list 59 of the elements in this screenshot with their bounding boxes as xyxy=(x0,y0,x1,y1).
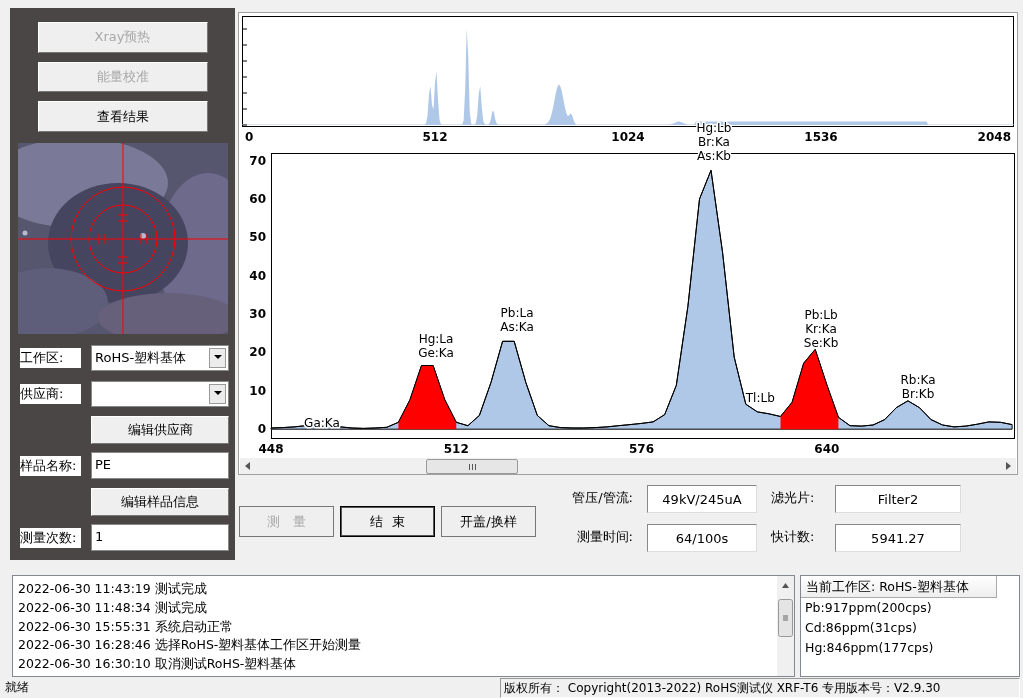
axis-tick-label: 512 xyxy=(422,130,448,144)
peak-label: Br:Ka xyxy=(697,134,730,149)
column-header[interactable]: 当前工作区: RoHS-塑料基体 xyxy=(801,576,997,598)
axis-tick-label: 40 xyxy=(249,268,266,283)
peak-label: Se:Kb xyxy=(803,336,839,351)
axis-tick-label: 576 xyxy=(629,442,655,456)
input-field[interactable]: PE xyxy=(91,452,229,479)
log-entry: 2022-06-30 11:48:34 测试完成 xyxy=(18,598,208,617)
control-button[interactable]: 结 束 xyxy=(340,506,435,537)
readout-value: Filter2 xyxy=(835,485,961,513)
axis-tick-label: 20 xyxy=(249,345,266,360)
readout-label: 滤光片: xyxy=(771,489,816,507)
axis-tick-label: 448 xyxy=(258,442,284,456)
readout-value: 49kV/245uA xyxy=(647,485,757,513)
readout-label: 测量时间: xyxy=(575,528,633,546)
axis-tick-label: 70 xyxy=(249,153,266,168)
peak-label: Ge:Ka xyxy=(418,346,454,361)
peak-label: As:Ka xyxy=(500,320,534,334)
axis-tick-label: 640 xyxy=(814,442,840,456)
control-button[interactable]: 开盖/换样 xyxy=(441,506,536,537)
axis-tick-label: 10 xyxy=(249,383,266,398)
result-item: Cd:86ppm(31cps) xyxy=(804,619,918,637)
edit-button[interactable]: 编辑样品信息 xyxy=(91,487,229,516)
axis-tick-label: 30 xyxy=(249,307,266,322)
status-text: 就绪 xyxy=(4,679,30,696)
log-entry: 2022-06-30 16:28:46 选择RoHS-塑料基体工作区开始测量 xyxy=(18,636,363,655)
readout-value: 64/100s xyxy=(647,524,757,552)
axis-tick-label: 0 xyxy=(257,422,266,437)
field-label: 测量次数: xyxy=(20,527,81,548)
readout-label: 快计数: xyxy=(771,528,816,546)
log-entry: 2022-06-30 16:30:10 取消测试RoHS-塑料基体 xyxy=(18,655,298,674)
result-item: Pb:917ppm(200cps) xyxy=(804,599,933,617)
axis-tick-label: 1536 xyxy=(804,130,838,144)
field-label: 工作区: xyxy=(20,347,81,368)
field-label: 供应商: xyxy=(20,383,81,404)
peak-label: Br:Kb xyxy=(901,387,935,402)
peak-label: Rb:Ka xyxy=(900,373,936,388)
readout-value: 5941.27 xyxy=(835,524,961,552)
edit-button[interactable]: 编辑供应商 xyxy=(91,415,229,444)
axis-tick-label: 2048 xyxy=(977,130,1011,144)
peak-label: Pb:Lb xyxy=(804,308,838,323)
peak-label: Pb:La xyxy=(500,306,534,320)
field-label: 样品名称: xyxy=(20,455,81,476)
copyright-text: 版权所有： Copyright(2013-2022) RoHS测试仪 XRF-T6 专用版本号：V2.9.30 xyxy=(500,677,1020,698)
action-button[interactable]: 查看结果 xyxy=(37,101,208,132)
peak-label: Hg:La xyxy=(418,332,454,347)
axis-tick-label: 1024 xyxy=(611,130,645,144)
dropdown-field[interactable]: RoHS-塑料基体 xyxy=(91,344,229,371)
log-entry: 2022-06-30 15:55:31 系统启动正常 xyxy=(18,617,234,636)
peak-label: Kr:Ka xyxy=(805,322,837,337)
log-entry: 2022-06-30 11:43:19 测试完成 xyxy=(18,580,208,598)
axis-tick-label: 60 xyxy=(249,192,266,207)
axis-tick-label: 512 xyxy=(443,442,469,456)
axis-tick-label: 50 xyxy=(249,230,266,245)
readout-label: 管压/管流: xyxy=(571,489,633,507)
result-item: Hg:846ppm(177cps) xyxy=(804,639,935,657)
axis-tick-label: 0 xyxy=(245,130,254,144)
peak-label: Tl:Lb xyxy=(745,390,775,405)
input-field[interactable]: 1 xyxy=(91,524,229,551)
